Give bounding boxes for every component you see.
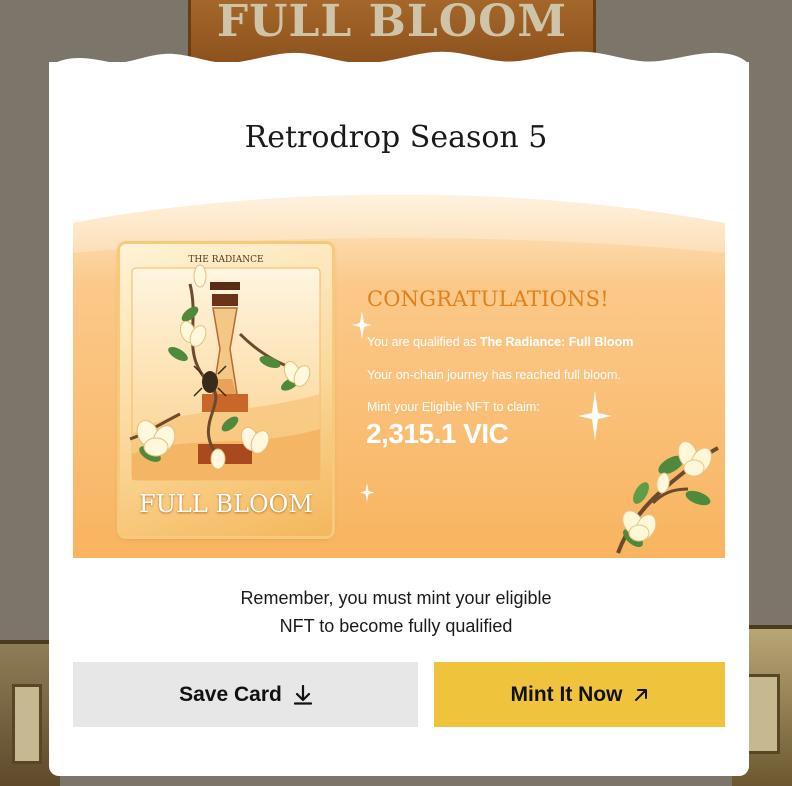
mint-now-button[interactable]: Mint It Now [434, 662, 725, 727]
reminder-line: Remember, you must mint your eligible [240, 588, 552, 608]
background-sign-text: FULL BLOOM [216, 0, 568, 47]
download-icon [293, 684, 312, 705]
nft-card: THE RADIANCE FULL BLOOM [120, 244, 332, 536]
modal-title: Retrodrop Season 5 [244, 120, 548, 155]
reminder-line: NFT to become fully qualified [279, 616, 513, 636]
qualified-tier: The Radiance: Full Bloom [479, 335, 634, 349]
journey-text: Your on-chain journey has reached full b… [367, 368, 621, 382]
mint-reminder: Remember, you must mint your eligible NF… [200, 584, 592, 640]
mint-now-label: Mint It Now [510, 682, 623, 706]
background-window [12, 684, 42, 764]
qualified-prefix: You are qualified as [367, 335, 480, 349]
reward-amount: 2,315.1 VIC [366, 418, 509, 449]
arrow-up-right-icon [635, 688, 648, 701]
save-card-label: Save Card [179, 682, 282, 706]
mint-prompt: Mint your Eligible NFT to claim: [367, 400, 540, 414]
save-card-button[interactable]: Save Card [73, 662, 418, 727]
card-top-label: THE RADIANCE [188, 255, 264, 265]
card-bottom-label: FULL BLOOM [139, 490, 313, 518]
qualified-text: You are qualified as The Radiance: Full … [367, 335, 633, 349]
congrats-heading: CONGRATULATIONS! [367, 287, 609, 311]
background-window [746, 674, 780, 754]
